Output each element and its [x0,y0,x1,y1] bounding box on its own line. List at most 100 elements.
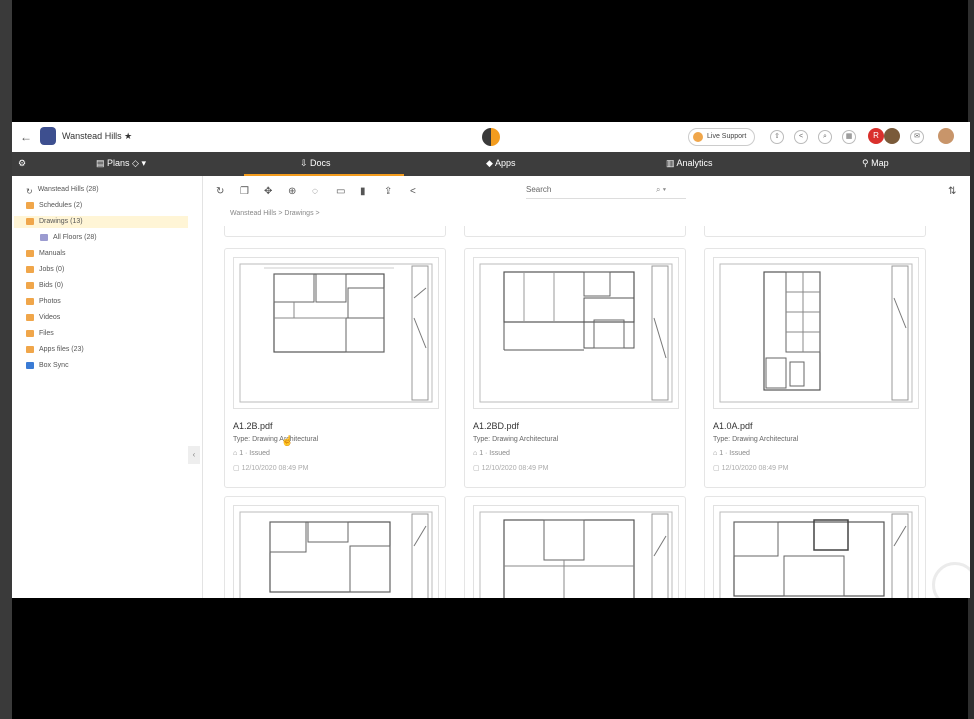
document-type: Type: Drawing Architectural [473,436,559,443]
sidebar-item-box-sync[interactable]: Box Sync [26,360,69,372]
copy-icon[interactable]: ❐ [240,186,249,197]
document-status: ⌂ 1 · Issued [233,450,270,457]
nav-apps-label: Apps [494,158,516,168]
document-card[interactable] [704,496,926,598]
mouse-cursor-icon: ☝ [281,436,294,447]
sidebar-item-label: Apps files (23) [39,346,84,353]
search-icon[interactable]: ⌕ ▾ [656,185,666,195]
sidebar-item-manuals[interactable]: Manuals [26,248,65,260]
main-nav: ⚙ ▤ Plans ◇ ▾ ⇩ Docs ◆ Apps ▥ Analytics … [12,152,970,176]
app-logo-icon [482,128,500,146]
sidebar-item-root[interactable]: ↻ Wanstead Hills (28) [26,184,99,196]
project-name[interactable]: Wanstead Hills ★ [62,131,132,142]
document-card[interactable] [464,496,686,598]
rotate-icon[interactable]: ◌ [312,186,318,197]
nav-map-label: Map [871,158,889,168]
document-date-label: 12/10/2020 08:49 PM [481,465,549,472]
floor-plan-image [479,263,673,403]
search-icon[interactable]: ⌕ [818,130,832,144]
document-date: ▢ 12/10/2020 08:49 PM [713,465,789,472]
chat-icon[interactable]: ✉ [910,130,924,144]
sidebar-item-apps-files[interactable]: Apps files (23) [26,344,84,356]
folder-icon[interactable]: ▭ [336,186,345,197]
document-status-label: 1 · Issued [719,450,750,457]
document-card[interactable]: A1.2BD.pdf Type: Drawing Architectural ⌂… [464,248,686,488]
nav-analytics-label: Analytics [676,158,713,168]
nav-apps[interactable]: ◆ Apps [486,158,515,169]
document-card-partial[interactable] [464,226,686,237]
sidebar-item-all-floors[interactable]: All Floors (28) [40,232,97,244]
document-card[interactable] [224,496,446,598]
refresh-icon[interactable]: ↻ [216,186,224,197]
settings-icon[interactable]: ⚙ [18,158,26,169]
sidebar-item-files[interactable]: Files [26,328,54,340]
sidebar-item-label: Jobs (0) [39,266,65,273]
profile-avatar[interactable] [938,128,954,144]
drawing-thumbnail[interactable] [713,257,919,409]
avatar-user[interactable]: R [868,128,884,144]
sidebar-item-videos[interactable]: Videos [26,312,60,324]
sidebar-item-jobs[interactable]: Jobs (0) [26,264,64,276]
collapse-sidebar-button[interactable]: ‹ [188,446,200,464]
document-status: ⌂ 1 · Issued [473,450,510,457]
document-date-label: 12/10/2020 08:49 PM [241,465,309,472]
breadcrumb[interactable]: Wanstead Hills > Drawings > [230,210,320,217]
sidebar-item-schedules[interactable]: Schedules (2) [26,200,82,212]
upload-icon[interactable]: ⇪ [384,186,392,197]
zoom-icon[interactable]: ⊕ [288,186,296,197]
nav-plans[interactable]: ▤ Plans ◇ ▾ [96,158,146,169]
document-date: ▢ 12/10/2020 08:49 PM [473,465,549,472]
sidebar-item-label: Schedules (2) [39,202,83,209]
avatar-user-2[interactable] [884,128,900,144]
sidebar-item-label: Drawings (13) [39,218,83,225]
sidebar-item-label: All Floors (28) [53,234,97,241]
document-status-label: 1 · Issued [479,450,510,457]
app-window: ← Wanstead Hills ★ Live Support ⇧ < ⌕ ▦ … [12,122,970,598]
move-icon[interactable]: ✥ [264,186,272,197]
document-type: Type: Drawing Architectural [233,436,319,443]
drawing-thumbnail[interactable] [473,505,679,598]
sidebar-item-label: Bids (0) [39,282,64,289]
project-icon [40,127,56,145]
sidebar-item-bids[interactable]: Bids (0) [26,280,63,292]
drawing-thumbnail[interactable] [233,505,439,598]
floor-plan-image [719,511,913,598]
nav-analytics[interactable]: ▥ Analytics [666,158,713,169]
drawing-thumbnail[interactable] [713,505,919,598]
upload-icon[interactable]: ⇧ [770,130,784,144]
floor-plan-image [719,263,913,403]
sidebar-item-photos[interactable]: Photos [26,296,61,308]
document-status-label: 1 · Issued [239,450,270,457]
document-card[interactable]: A1.0A.pdf Type: Drawing Architectural ⌂ … [704,248,926,488]
floor-plan-image [479,511,673,598]
nav-plans-label: Plans ◇ ▾ [107,158,146,168]
drawing-thumbnail[interactable] [233,257,439,409]
live-support-button[interactable]: Live Support [688,128,756,146]
nav-map[interactable]: ⚲ Map [862,158,889,169]
sidebar-item-label: Files [39,330,54,337]
document-card-partial[interactable] [224,226,446,237]
document-name[interactable]: A1.2BD.pdf [473,421,519,431]
floor-plan-image [239,511,433,598]
document-card-partial[interactable] [704,226,926,237]
sort-icon[interactable]: ⇅ [948,186,956,197]
document-name[interactable]: A1.2B.pdf [233,421,273,431]
document-status: ⌂ 1 · Issued [713,450,750,457]
floor-plan-image [239,263,433,403]
nav-docs[interactable]: ⇩ Docs [300,158,331,169]
document-grid: A1.2B.pdf Type: Drawing Architectural ⌂ … [224,226,944,598]
folder-sidebar: ↻ Wanstead Hills (28) Schedules (2) Drawi… [12,176,203,598]
back-arrow-icon[interactable]: ← [20,130,32,144]
share-icon[interactable]: < [410,186,416,197]
share-icon[interactable]: < [794,130,808,144]
delete-icon[interactable]: ▮ [360,186,366,197]
top-bar: ← Wanstead Hills ★ Live Support ⇧ < ⌕ ▦ … [12,122,970,153]
drawing-thumbnail[interactable] [473,257,679,409]
sidebar-item-label: Manuals [39,250,66,257]
documents-panel: ↻ ❐ ✥ ⊕ ◌ ▭ ▮ ⇪ < Search ⌕ ▾ ⇅ Wanstead … [204,176,970,598]
document-type: Type: Drawing Architectural [713,436,799,443]
document-name[interactable]: A1.0A.pdf [713,421,753,431]
sidebar-item-drawings[interactable]: Drawings (13) [14,216,188,228]
grid-icon[interactable]: ▦ [842,130,856,144]
document-card[interactable]: A1.2B.pdf Type: Drawing Architectural ⌂ … [224,248,446,488]
